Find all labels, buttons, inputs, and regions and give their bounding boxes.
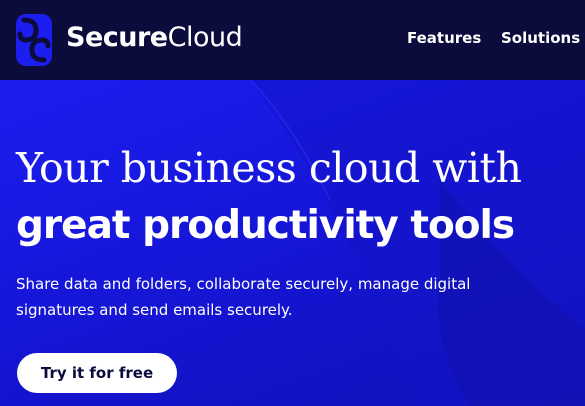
securecloud-logo-icon[interactable] [16,14,52,66]
top-navbar: SecureCloud Features Solutions [0,0,585,80]
brand-name-bold: Secure [66,22,168,53]
nav-link-solutions[interactable]: Solutions [501,28,580,48]
try-free-button[interactable]: Try it for free [17,353,177,393]
page: SecureCloud Features Solutions Your busi… [0,0,585,406]
brand-name-regular: Cloud [167,22,243,53]
hero-subtext: Share data and folders, collaborate secu… [16,275,471,319]
hero-section: Your business cloud with great productiv… [0,80,585,406]
hero-headline-line2: great productivity tools [16,203,515,248]
brand-name[interactable]: SecureCloud [66,22,243,54]
hero-headline-line1: Your business cloud with [16,144,522,192]
nav-link-features[interactable]: Features [407,28,481,48]
